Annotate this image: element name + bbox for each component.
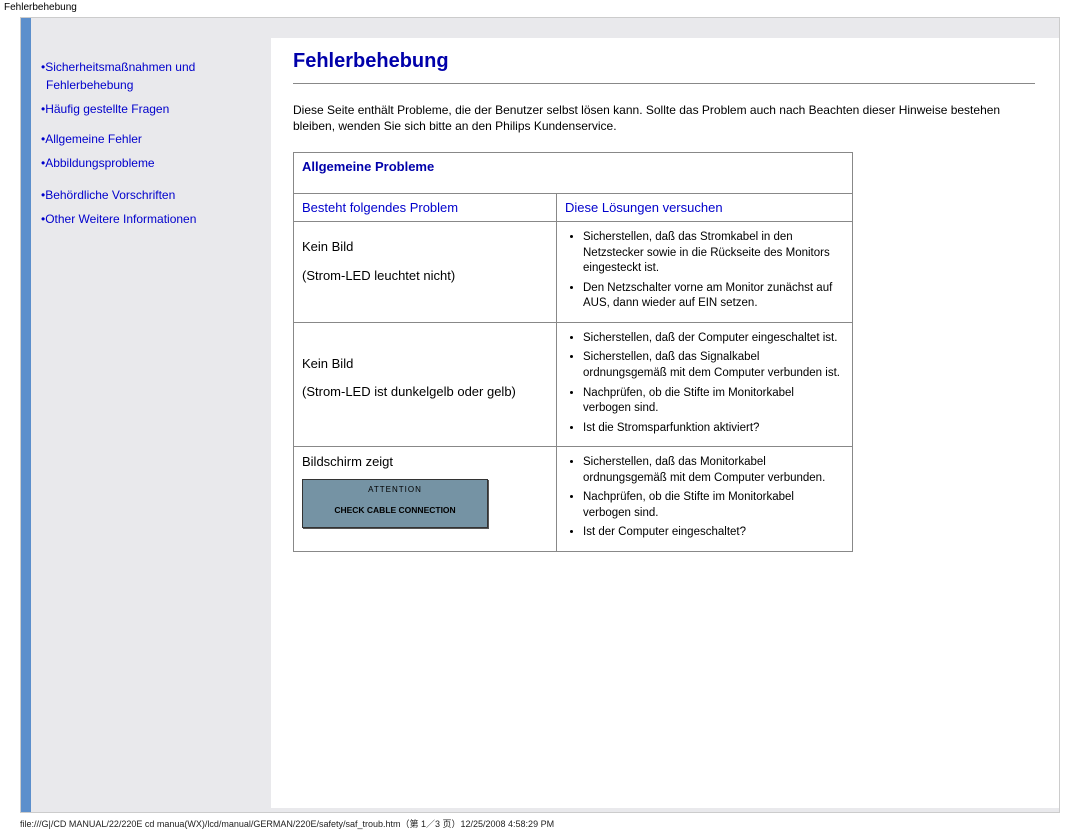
sidebar-link-regulations[interactable]: Behördliche Vorschriften xyxy=(45,188,175,202)
attention-message: CHECK CABLE CONNECTION xyxy=(303,497,487,527)
problem-line2: (Strom-LED leuchtet nicht) xyxy=(302,267,548,285)
solution-cell: Sicherstellen, daß das Monitorkabel ordn… xyxy=(557,447,853,552)
footer-path: file:///G|/CD MANUAL/22/220E cd manua(WX… xyxy=(20,817,554,830)
sidebar-link-image-problems[interactable]: Abbildungsprobleme xyxy=(45,156,154,170)
solution-item: Sicherstellen, daß das Monitorkabel ordn… xyxy=(583,455,844,486)
page-frame: Sicherheitsmaßnahmen und Fehlerbehebung … xyxy=(20,17,1060,813)
problem-cell: Kein Bild (Strom-LED ist dunkelgelb oder… xyxy=(294,322,557,446)
problem-line1: Kein Bild xyxy=(302,238,548,256)
table-row: Kein Bild (Strom-LED ist dunkelgelb oder… xyxy=(294,322,853,446)
problem-line2: (Strom-LED ist dunkelgelb oder gelb) xyxy=(302,383,548,401)
page-title: Fehlerbehebung xyxy=(293,50,1060,73)
solution-item: Sicherstellen, daß der Computer eingesch… xyxy=(583,331,844,347)
section-header: Allgemeine Probleme xyxy=(294,153,853,194)
problem-cell: Kein Bild (Strom-LED leuchtet nicht) xyxy=(294,222,557,323)
solution-item: Ist die Stromsparfunktion aktiviert? xyxy=(583,421,844,437)
solution-item: Nachprüfen, ob die Stifte im Monitorkabe… xyxy=(583,490,844,521)
main-content: Fehlerbehebung Diese Seite enthält Probl… xyxy=(271,38,1060,808)
sidebar-link-safety[interactable]: Sicherheitsmaßnahmen und Fehlerbehebung xyxy=(45,60,195,92)
sidebar-nav: Sicherheitsmaßnahmen und Fehlerbehebung … xyxy=(41,58,261,234)
title-separator xyxy=(293,83,1035,84)
left-accent-stripe xyxy=(21,18,31,812)
solution-item: Sicherstellen, daß das Stromkabel in den… xyxy=(583,230,844,277)
solution-cell: Sicherstellen, daß der Computer eingesch… xyxy=(557,322,853,446)
solution-item: Ist der Computer eingeschaltet? xyxy=(583,525,844,541)
intro-paragraph: Diese Seite enthält Probleme, die der Be… xyxy=(293,102,1033,134)
solution-item: Sicherstellen, daß das Signalkabel ordnu… xyxy=(583,350,844,381)
problem-line1: Kein Bild xyxy=(302,355,548,373)
column-header-solution: Diese Lösungen versuchen xyxy=(557,194,853,222)
attention-label: ATTENTION xyxy=(303,480,487,497)
solution-item: Nachprüfen, ob die Stifte im Monitorkabe… xyxy=(583,386,844,417)
table-row: Bildschirm zeigt ATTENTION CHECK CABLE C… xyxy=(294,447,853,552)
problem-cell: Bildschirm zeigt ATTENTION CHECK CABLE C… xyxy=(294,447,557,552)
document-header: Fehlerbehebung xyxy=(0,0,1080,15)
solution-cell: Sicherstellen, daß das Stromkabel in den… xyxy=(557,222,853,323)
sidebar-link-general-errors[interactable]: Allgemeine Fehler xyxy=(45,132,142,146)
table-row: Kein Bild (Strom-LED leuchtet nicht) Sic… xyxy=(294,222,853,323)
sidebar-link-other-info[interactable]: Other Weitere Informationen xyxy=(45,212,196,226)
column-header-problem: Besteht folgendes Problem xyxy=(294,194,557,222)
attention-box: ATTENTION CHECK CABLE CONNECTION xyxy=(302,479,488,528)
problems-table: Allgemeine Probleme Besteht folgendes Pr… xyxy=(293,152,853,551)
problem-line1: Bildschirm zeigt xyxy=(302,454,393,469)
solution-item: Den Netzschalter vorne am Monitor zunäch… xyxy=(583,281,844,312)
sidebar-link-faq[interactable]: Häufig gestellte Fragen xyxy=(45,102,169,116)
